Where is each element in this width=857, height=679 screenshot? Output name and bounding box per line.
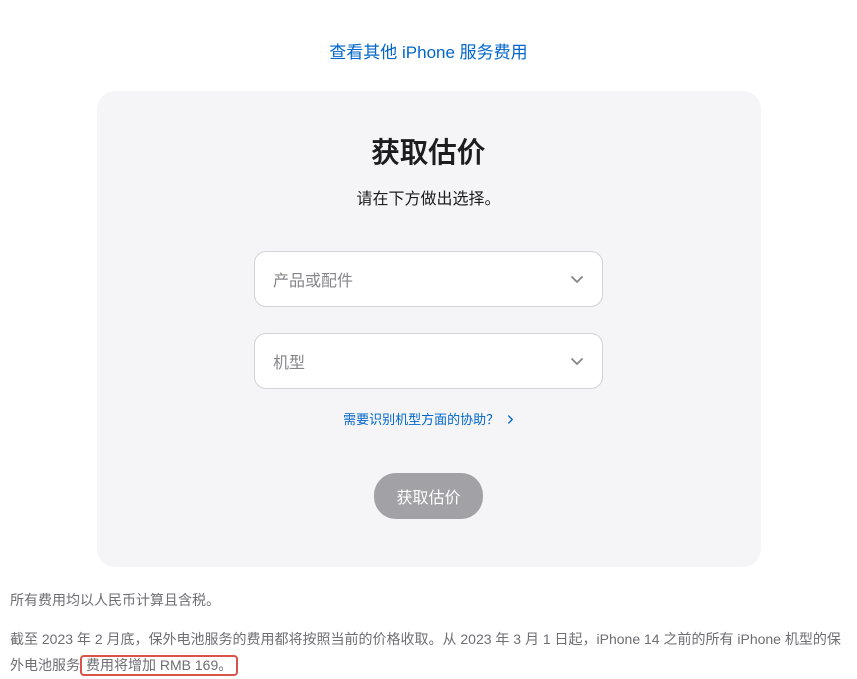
model-select[interactable]: 机型 bbox=[254, 333, 603, 389]
model-select-wrap: 机型 bbox=[254, 333, 603, 389]
footer-text: 所有费用均以人民币计算且含税。 截至 2023 年 2 月底，保外电池服务的费用… bbox=[0, 567, 857, 679]
card-subtitle: 请在下方做出选择。 bbox=[137, 185, 721, 209]
product-select-placeholder: 产品或配件 bbox=[273, 267, 353, 291]
help-link-label: 需要识别机型方面的协助？ bbox=[343, 412, 499, 427]
product-select-wrap: 产品或配件 bbox=[254, 251, 603, 307]
top-link-container: 查看其他 iPhone 服务费用 bbox=[0, 0, 857, 91]
help-link-container: 需要识别机型方面的协助？ bbox=[137, 409, 721, 429]
other-service-fees-link[interactable]: 查看其他 iPhone 服务费用 bbox=[329, 43, 527, 62]
chevron-down-icon bbox=[570, 272, 584, 286]
get-estimate-button[interactable]: 获取估价 bbox=[374, 473, 482, 519]
chevron-right-icon bbox=[507, 413, 514, 428]
model-select-placeholder: 机型 bbox=[273, 349, 305, 373]
card-title: 获取估价 bbox=[137, 131, 721, 171]
identify-model-help-link[interactable]: 需要识别机型方面的协助？ bbox=[343, 412, 514, 427]
footer-line-1: 所有费用均以人民币计算且含税。 bbox=[10, 587, 847, 614]
price-increase-highlight: 费用将增加 RMB 169。 bbox=[80, 655, 238, 676]
footer-line-2: 截至 2023 年 2 月底，保外电池服务的费用都将按照当前的价格收取。从 20… bbox=[10, 626, 847, 679]
chevron-down-icon bbox=[570, 354, 584, 368]
product-select[interactable]: 产品或配件 bbox=[254, 251, 603, 307]
estimate-card: 获取估价 请在下方做出选择。 产品或配件 机型 需要识别机型方面的协助？ 获取估… bbox=[97, 91, 761, 567]
